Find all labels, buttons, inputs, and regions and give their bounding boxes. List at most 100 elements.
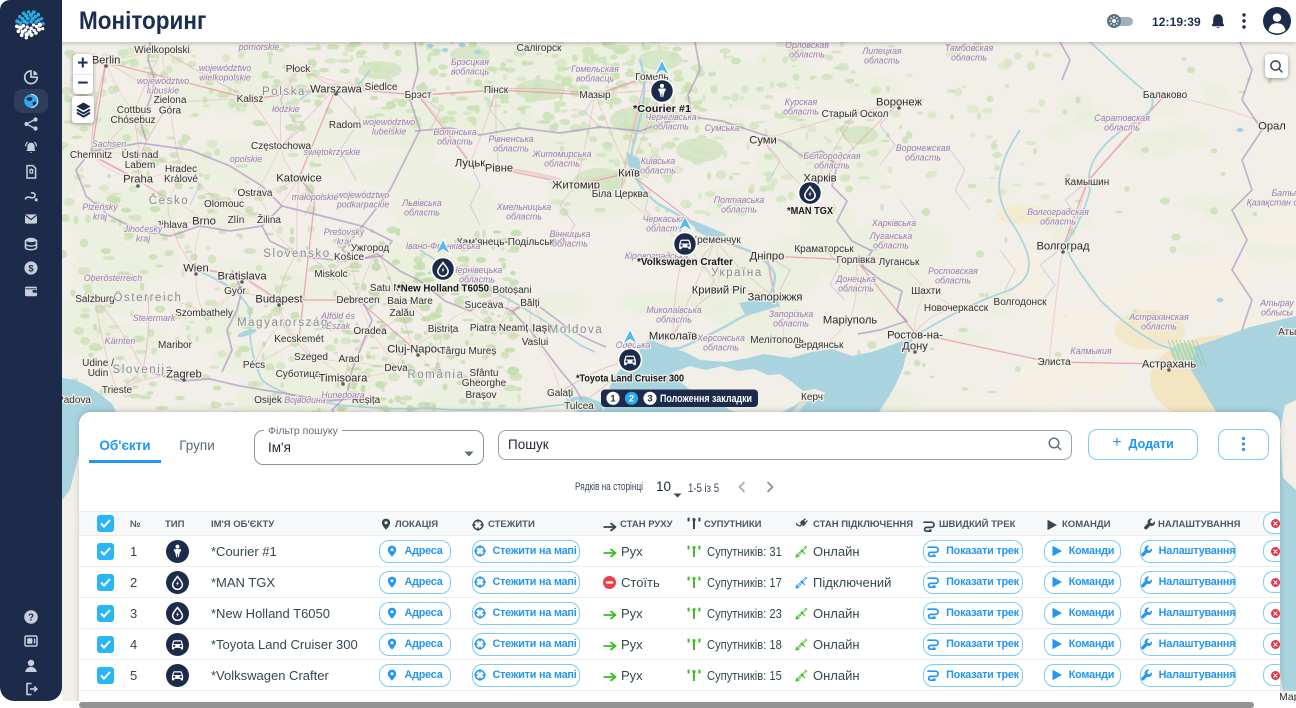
svg-text:Кривий Ріг: Кривий Ріг [692, 285, 747, 297]
svg-text:Горлівка: Горлівка [836, 255, 875, 266]
svg-text:1: 1 [610, 394, 616, 405]
svg-text:Bălți: Bălți [520, 298, 539, 309]
svg-text:Płock: Płock [286, 64, 311, 75]
svg-text:Zielona: Zielona [154, 95, 187, 106]
svg-text:Tulcea: Tulcea [564, 401, 594, 412]
svg-text:Katowice: Katowice [276, 173, 321, 185]
svg-text:łódzkie: łódzkie [272, 104, 299, 114]
svg-text:Slovenija: Slovenija [112, 364, 173, 376]
svg-text:województwopodkarpackie: województwopodkarpackie [336, 190, 389, 210]
svg-text:Radom: Radom [329, 120, 361, 131]
svg-text:Пінск: Пінск [484, 85, 509, 96]
svg-text:Vaslui: Vaslui [522, 337, 549, 348]
svg-text:Вінницькаобласть: Вінницькаобласть [549, 229, 590, 249]
svg-text:Česko: Česko [149, 194, 190, 207]
svg-text:Győr: Győr [224, 286, 246, 297]
svg-text:Debrecen: Debrecen [336, 295, 379, 306]
svg-text:Chósebuz: Chósebuz [110, 115, 155, 126]
svg-text:Bistrița: Bistrița [428, 324, 459, 335]
svg-text:Suceava: Suceava [465, 300, 504, 311]
svg-text:Chemnitz: Chemnitz [70, 150, 112, 161]
svg-text:Iași: Iași [532, 323, 549, 335]
svg-text:Sachsen: Sachsen [92, 139, 126, 149]
svg-text:$: $ [28, 263, 34, 274]
svg-text:Ostrava: Ostrava [237, 188, 272, 199]
svg-text:opolskie: opolskie [230, 154, 262, 164]
svg-text:Луганськаобласть: Луганськаобласть [869, 231, 913, 251]
svg-text:Маріуполь: Маріуполь [823, 315, 878, 327]
svg-text:Камышин: Камышин [1065, 177, 1110, 188]
svg-text:Калмыкия: Калмыкия [1070, 346, 1111, 356]
svg-text:Oberösterreich: Oberösterreich [84, 273, 142, 283]
svg-text:Луганськ: Луганськ [879, 257, 920, 268]
svg-text:Maribor: Maribor [158, 340, 193, 351]
svg-text:Суботица: Суботица [276, 368, 321, 380]
svg-text:Краматорськ: Краматорськ [794, 244, 854, 255]
svg-text:Брэст: Брэст [405, 90, 432, 101]
svg-text:Baia Mare: Baia Mare [387, 296, 433, 307]
svg-text:Атырауоблысы: Атырауоблысы [1259, 298, 1294, 318]
svg-text:Суми: Суми [749, 135, 777, 147]
svg-text:Góra: Góra [159, 106, 182, 117]
svg-text:Україна: Україна [711, 267, 763, 279]
svg-text:Miskolc: Miskolc [314, 269, 347, 280]
svg-text:Galați: Galați [547, 388, 573, 399]
svg-text:Мазыр: Мазыр [579, 90, 611, 101]
svg-text:Орал: Орал [1258, 121, 1286, 133]
svg-text:Орловскаяобласть: Орловскаяобласть [785, 40, 829, 60]
svg-text:Полтавськаобласть: Полтавськаобласть [714, 195, 765, 215]
svg-text:Kärnten: Kärnten [105, 336, 136, 346]
svg-text:Slovensko: Slovensko [263, 248, 330, 260]
svg-text:Gheorghe: Gheorghe [462, 378, 507, 389]
svg-text:Элиста: Элиста [1037, 357, 1071, 368]
svg-text:Старый Оскол: Старый Оскол [822, 109, 889, 120]
svg-text:Brașov: Brașov [465, 390, 496, 401]
svg-text:Österreich: Österreich [113, 292, 182, 304]
svg-text:Moldova: Moldova [549, 324, 604, 336]
svg-text:Magyarország: Magyarország [237, 317, 329, 329]
svg-text:Botoșani: Botoșani [493, 285, 532, 296]
svg-text:Курскаяобласть: Курскаяобласть [783, 97, 819, 117]
svg-text:3: 3 [647, 394, 652, 405]
svg-text:Київськаобласть: Київськаобласть [640, 156, 676, 176]
svg-text:Padova: Padova [57, 395, 91, 406]
svg-text:Udin: Udin [88, 368, 109, 379]
svg-text:Zalău: Zalău [389, 308, 414, 319]
svg-text:Salzburg: Salzburg [75, 294, 114, 305]
svg-text:Волгодонск: Волгодонск [994, 297, 1048, 308]
svg-text:Pécs: Pécs [243, 360, 265, 371]
svg-text:Szombathely: Szombathely [175, 308, 233, 319]
svg-text:Siedlce: Siedlce [365, 82, 398, 93]
svg-text:Шахти: Шахти [911, 286, 941, 297]
svg-text:Žilina: Žilina [257, 213, 281, 226]
svg-text:Запоріжжя: Запоріжжя [748, 292, 803, 304]
svg-text:świętokrzyskie: świętokrzyskie [304, 147, 361, 157]
svg-text:*New Holland T6050: *New Holland T6050 [397, 283, 489, 295]
svg-text:Osijek: Osijek [254, 395, 283, 406]
svg-text:Новочеркасск: Новочеркасск [924, 303, 989, 314]
svg-text:România: România [407, 369, 464, 381]
svg-text:Луцьк: Луцьк [455, 158, 485, 170]
svg-text:pomorskie: pomorskie [238, 42, 280, 52]
svg-text:*Volkswagen Crafter: *Volkswagen Crafter [637, 256, 733, 268]
svg-text:Харківська: Харківська [871, 218, 916, 228]
svg-text:Deva: Deva [384, 363, 408, 374]
svg-text:Тамбовскаяобласть: Тамбовскаяобласть [945, 43, 994, 63]
svg-text:Положення закладки: Положення закладки [660, 393, 752, 405]
svg-text:Hunedoara: Hunedoara [321, 390, 365, 400]
svg-text:Київ: Київ [618, 168, 640, 180]
svg-text:Гомельскаявобласць: Гомельскаявобласць [571, 64, 619, 84]
svg-text:Мелітополь: Мелітополь [750, 335, 804, 346]
svg-text:2: 2 [629, 394, 634, 405]
svg-text:Волинськаобласть: Волинськаобласть [433, 127, 476, 147]
svg-text:Wielkopolski: Wielkopolski [134, 45, 190, 56]
svg-text:Târgu Mureș: Târgu Mureș [440, 346, 497, 357]
svg-text:Ростовскаяобласть: Ростовскаяобласть [928, 266, 978, 286]
svg-text:Kalisz: Kalisz [237, 94, 264, 105]
svg-text:Arad: Arad [338, 354, 359, 365]
svg-text:Сумська: Сумська [705, 123, 740, 133]
svg-text:?: ? [27, 613, 33, 624]
svg-text:Szeged: Szeged [294, 352, 328, 363]
svg-text:Częstochowa: Częstochowa [251, 141, 311, 152]
svg-text:*Toyota Land Cruiser 300: *Toyota Land Cruiser 300 [576, 373, 684, 385]
